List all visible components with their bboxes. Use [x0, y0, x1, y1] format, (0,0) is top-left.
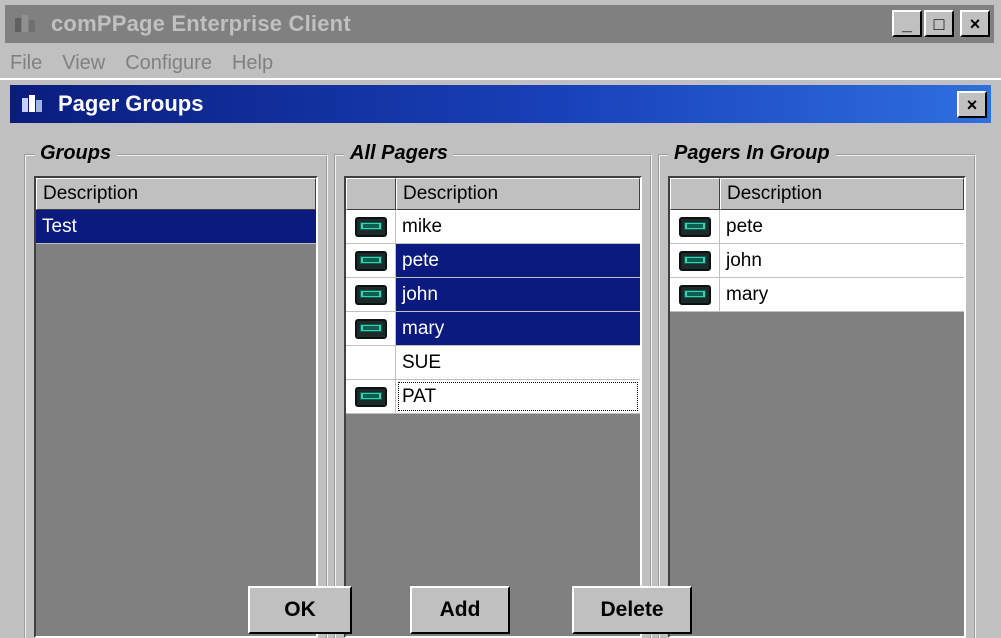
maximize-button[interactable]: □: [924, 10, 954, 37]
minimize-button[interactable]: _: [892, 10, 922, 37]
pager-icon: [354, 216, 387, 237]
dialog-title-bar[interactable]: Pager Groups ×: [10, 85, 991, 123]
all-pagers-row[interactable]: john: [346, 278, 640, 312]
pager-icon: [354, 284, 387, 305]
menu-configure[interactable]: Configure: [125, 52, 212, 75]
all-pagers-grid[interactable]: Description mike pete john mary SUE PAT: [344, 176, 642, 638]
ok-button[interactable]: OK: [248, 586, 352, 634]
all-pagers-row-description: mike: [402, 215, 443, 237]
pagers-in-group-row[interactable]: pete: [670, 210, 964, 244]
menu-view[interactable]: View: [62, 52, 105, 75]
all-pagers-header-icon: [346, 178, 396, 210]
dialog-close-button[interactable]: ×: [957, 91, 987, 118]
all-pagers-row-description: SUE: [402, 351, 442, 373]
parent-title-bar[interactable]: comPPage Enterprise Client _ □ ×: [5, 5, 994, 43]
pagers-in-group-row[interactable]: john: [670, 244, 964, 278]
pager-icon: [678, 250, 711, 271]
all-pagers-row[interactable]: SUE: [346, 346, 640, 380]
dialog-title: Pager Groups: [58, 91, 204, 116]
all-pagers-row[interactable]: PAT: [346, 380, 640, 414]
pagers-in-group-header-icon: [670, 178, 720, 210]
all-pagers-row[interactable]: mary: [346, 312, 640, 346]
parent-window: comPPage Enterprise Client _ □ × File Vi…: [0, 0, 1001, 638]
groups-groupbox: Groups Description Test: [24, 142, 328, 638]
groups-row[interactable]: Test: [36, 210, 316, 244]
empty-icon-cell: [346, 346, 396, 379]
all-pagers-legend: All Pagers: [344, 142, 454, 165]
pager-icon: [354, 318, 387, 339]
pagers-in-group-header-description[interactable]: Description: [720, 178, 964, 210]
all-pagers-row-description: john: [396, 278, 640, 311]
add-button[interactable]: Add: [410, 586, 510, 634]
parent-window-title: comPPage Enterprise Client: [51, 11, 351, 36]
all-pagers-row-description: mary: [396, 312, 640, 345]
pager-icon: [678, 284, 711, 305]
pagers-in-group-row-description: mary: [726, 283, 769, 305]
all-pagers-row[interactable]: pete: [346, 244, 640, 278]
pagers-in-group-legend: Pagers In Group: [668, 142, 836, 165]
pager-groups-dialog: Pager Groups × Groups Description Test A…: [0, 78, 1001, 638]
pager-icon: [354, 386, 387, 407]
menu-help[interactable]: Help: [232, 52, 273, 75]
pagers-in-group-groupbox: Pagers In Group Description pete john ma…: [658, 142, 976, 638]
delete-button[interactable]: Delete: [572, 586, 692, 634]
all-pagers-row-description: pete: [396, 244, 640, 277]
app-icon: [15, 15, 35, 32]
groups-legend: Groups: [34, 142, 118, 165]
groups-grid[interactable]: Description Test: [34, 176, 318, 638]
pagers-in-group-grid[interactable]: Description pete john mary: [668, 176, 966, 638]
menu-bar: File View Configure Help: [0, 46, 273, 80]
pager-icon: [354, 250, 387, 271]
all-pagers-groupbox: All Pagers Description mike pete john ma…: [334, 142, 652, 638]
pagers-in-group-row-description: john: [726, 249, 762, 271]
groups-header-description[interactable]: Description: [36, 178, 316, 210]
pagers-in-group-row[interactable]: mary: [670, 278, 964, 312]
close-button[interactable]: ×: [960, 10, 990, 37]
groups-row-description: Test: [42, 215, 77, 237]
pagers-in-group-row-description: pete: [726, 215, 763, 237]
pager-icon: [678, 216, 711, 237]
dialog-app-icon: [22, 95, 42, 112]
menu-file[interactable]: File: [10, 52, 42, 75]
all-pagers-row-description: PAT: [396, 380, 640, 413]
all-pagers-header-description[interactable]: Description: [396, 178, 640, 210]
all-pagers-row[interactable]: mike: [346, 210, 640, 244]
